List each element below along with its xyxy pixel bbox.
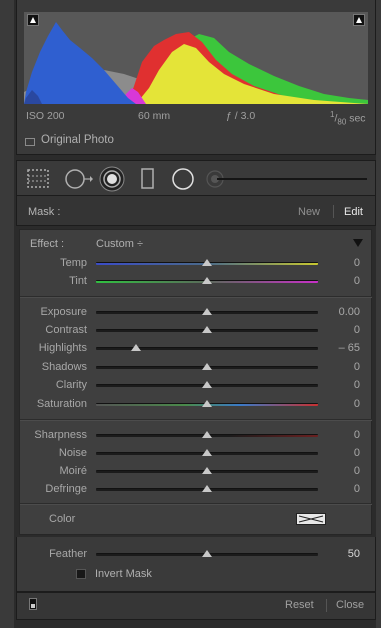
temp-slider-thumb[interactable] <box>202 259 212 266</box>
clarity-slider-thumb[interactable] <box>202 381 212 388</box>
defringe-slider-thumb[interactable] <box>202 485 212 492</box>
close-button[interactable]: Close <box>336 599 364 611</box>
spot-removal-icon[interactable] <box>64 167 94 191</box>
crop-overlay-icon[interactable] <box>27 168 51 190</box>
moir-slider-thumb[interactable] <box>202 467 212 474</box>
section-divider <box>20 296 372 297</box>
reset-button[interactable]: Reset <box>285 599 314 611</box>
contrast-slider-thumb[interactable] <box>202 326 212 333</box>
red-eye-correction-icon[interactable] <box>99 166 125 192</box>
saturation-slider-thumb[interactable] <box>202 400 212 407</box>
effect-preset-dropdown[interactable]: Custom ÷ <box>96 238 143 250</box>
iso-readout: ISO 200 <box>26 110 65 122</box>
section-divider <box>20 419 372 420</box>
contrast-value[interactable]: 0 <box>310 324 360 336</box>
sharpness-value[interactable]: 0 <box>310 429 360 441</box>
moir-label: Moiré <box>59 465 87 477</box>
tint-value[interactable]: 0 <box>310 275 360 287</box>
feather-slider-thumb[interactable] <box>202 550 212 557</box>
contrast-label: Contrast <box>45 324 87 336</box>
brush-size-track[interactable] <box>217 178 367 180</box>
left-panel-frame <box>0 0 14 628</box>
effect-label: Effect : <box>30 238 65 250</box>
noise-label: Noise <box>58 447 87 459</box>
mask-label: Mask : <box>28 206 61 218</box>
focal-length-readout: 60 mm <box>138 110 171 122</box>
graduated-filter-icon[interactable] <box>140 168 156 190</box>
exposure-label: Exposure <box>40 306 87 318</box>
exposure-slider-thumb[interactable] <box>202 308 212 315</box>
exposure-value[interactable]: 0.00 <box>310 306 360 318</box>
noise-value[interactable]: 0 <box>310 447 360 459</box>
invert-mask-checkbox[interactable] <box>76 569 86 579</box>
highlights-label: Highlights <box>38 342 87 354</box>
shutter-readout: 1/80 sec <box>330 110 366 127</box>
shadow-clipping-toggle[interactable] <box>27 14 39 26</box>
highlights-value[interactable]: – 65 <box>310 342 360 354</box>
sharpness-slider-thumb[interactable] <box>202 431 212 438</box>
highlight-clipping-toggle[interactable] <box>353 14 365 26</box>
moir-value[interactable]: 0 <box>310 465 360 477</box>
feather-panel <box>16 537 376 592</box>
collapse-triangle-icon[interactable] <box>353 239 363 247</box>
feather-label: Feather <box>49 548 87 560</box>
mask-new-button[interactable]: New <box>298 206 320 218</box>
tint-label: Tint <box>69 275 87 287</box>
original-photo-checkbox[interactable] <box>25 138 35 146</box>
tint-slider-thumb[interactable] <box>202 277 212 284</box>
clarity-value[interactable]: 0 <box>310 379 360 391</box>
footer-bar <box>16 592 376 620</box>
saturation-label: Saturation <box>36 398 87 410</box>
right-panel-frame <box>376 0 381 628</box>
footer-separator <box>326 599 327 612</box>
shadows-slider-thumb[interactable] <box>202 363 212 370</box>
panel-toggle-switch-icon[interactable] <box>29 598 37 610</box>
section-divider <box>20 503 372 504</box>
saturation-value[interactable]: 0 <box>310 398 360 410</box>
feather-value[interactable]: 50 <box>310 548 360 560</box>
histogram-graph <box>24 22 368 104</box>
highlights-slider-track[interactable] <box>96 347 318 350</box>
highlights-slider-thumb[interactable] <box>130 344 141 351</box>
color-label: Color <box>49 513 76 525</box>
aperture-readout: ƒ / 3.0 <box>226 110 256 122</box>
defringe-value[interactable]: 0 <box>310 483 360 495</box>
defringe-label: Defringe <box>45 483 87 495</box>
sharpness-label: Sharpness <box>34 429 87 441</box>
temp-value[interactable]: 0 <box>310 257 360 269</box>
shadows-value[interactable]: 0 <box>310 361 360 373</box>
noise-slider-thumb[interactable] <box>202 449 212 456</box>
radial-filter-icon[interactable] <box>171 167 195 191</box>
original-photo-label: Original Photo <box>41 134 114 146</box>
shadows-label: Shadows <box>41 361 87 373</box>
color-swatch[interactable] <box>296 513 326 525</box>
histogram-info-bar: ISO 200 60 mm ƒ / 3.0 1/80 sec <box>24 108 368 127</box>
mask-edit-button[interactable]: Edit <box>344 206 363 218</box>
mask-bar <box>16 196 376 226</box>
clarity-label: Clarity <box>55 379 87 391</box>
temp-label: Temp <box>60 257 87 269</box>
mask-separator <box>333 205 334 218</box>
invert-mask-label: Invert Mask <box>95 568 152 580</box>
